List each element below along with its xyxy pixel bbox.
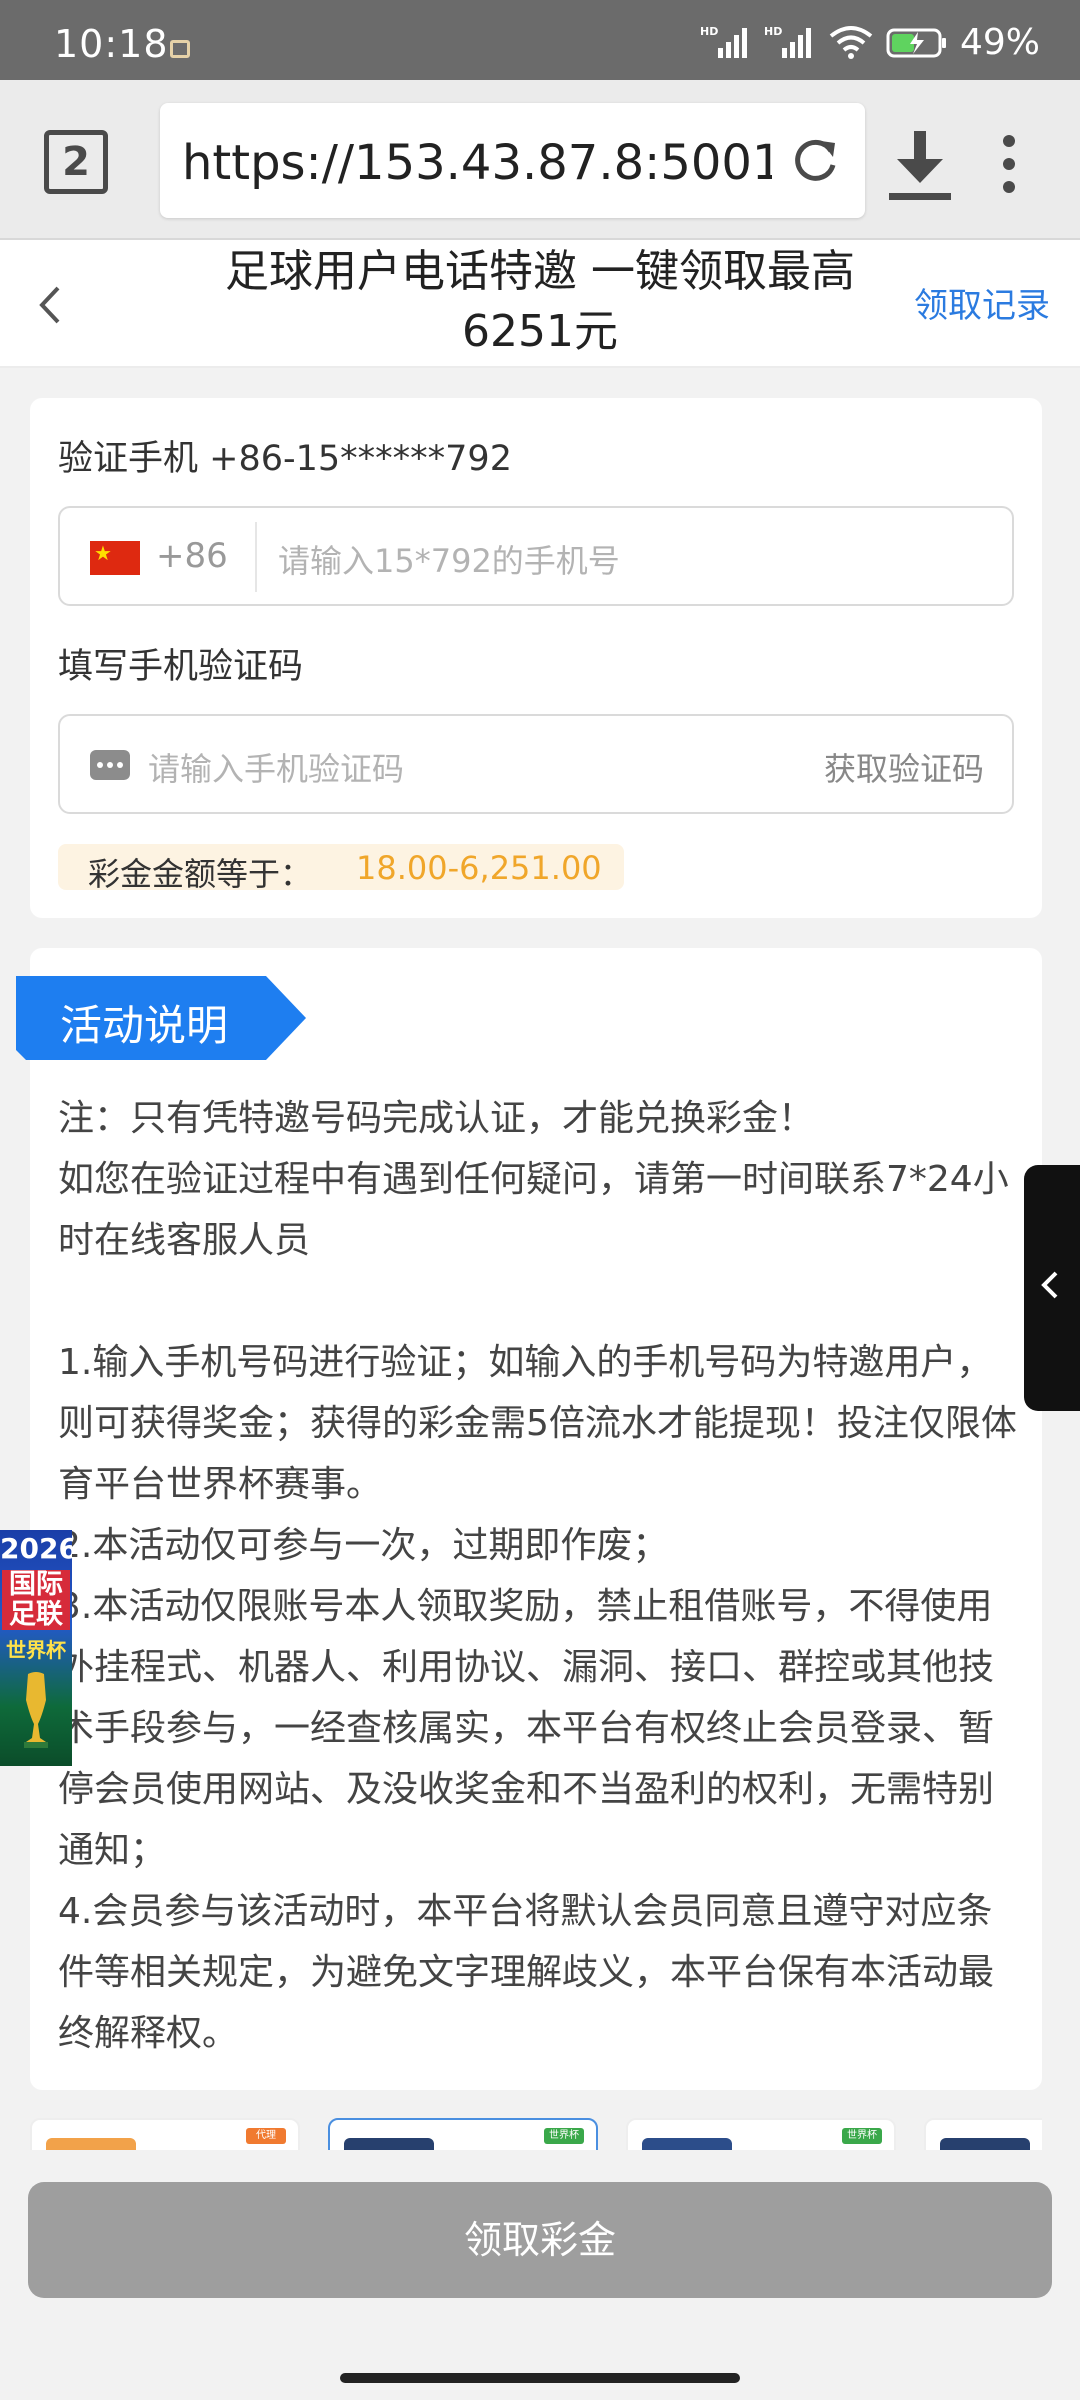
china-flag-icon: ★ [90, 541, 140, 575]
code-label: 填写手机验证码 [58, 647, 304, 687]
divider [255, 522, 257, 592]
status-bar: 10:18 HD HD 49% [0, 0, 1080, 80]
wifi-icon [829, 26, 873, 59]
ad-year: 2026 [0, 1532, 72, 1565]
page-title: 足球用户电话特邀 一键领取最高6251元 [225, 246, 855, 357]
status-icons: HD HD 49% [700, 20, 1040, 64]
status-time: 10:18 [54, 22, 169, 66]
world-cup-float-ad[interactable]: 2026 国际足联 世界杯 [0, 1530, 72, 1766]
svg-text:HD: HD [764, 25, 782, 38]
battery-percent: 49% [959, 21, 1040, 63]
bottom-bar: 领取彩金 [0, 2150, 1080, 2400]
activity-card: 活动说明 注：只有凭特邀号码完成认证，才能兑换彩金！ 如您在验证过程中有遇到任何… [16, 948, 1042, 2090]
phone-input[interactable]: 请输入15*792的手机号 [278, 536, 620, 582]
chevron-left-icon [1041, 1271, 1058, 1299]
code-input[interactable]: 请输入手机验证码 [148, 744, 404, 790]
more-vert-icon[interactable] [994, 135, 1024, 195]
tabs-button[interactable]: 2 [44, 130, 108, 194]
code-field[interactable]: 请输入手机验证码 获取验证码 [58, 714, 1014, 814]
amount-label: 彩金金额等于： [88, 855, 313, 893]
battery-charging-icon [886, 28, 946, 58]
section-tag: 活动说明 [16, 976, 316, 1060]
verify-card: 验证手机 +86-15******792 ★ +86 请输入15*792的手机号… [30, 398, 1042, 918]
download-icon[interactable] [885, 125, 955, 205]
amount-badge: 彩金金额等于： 18.00-6,251.00 [58, 844, 624, 893]
phone-label: 验证手机 +86-15******792 [58, 439, 512, 479]
browser-toolbar: 2 https://153.43.87.8:5001/h [0, 80, 1080, 240]
country-code[interactable]: +86 [156, 536, 228, 576]
hd-signal-icon: HD [764, 25, 811, 58]
promo-badge: 世界杯 [544, 2128, 584, 2144]
ad-title: 国际足联 [2, 1570, 70, 1630]
activity-text: 注：只有凭特邀号码完成认证，才能兑换彩金！ 如您在验证过程中有遇到任何疑问，请第… [58, 1098, 1017, 2054]
reload-icon[interactable] [787, 133, 843, 189]
notification-icon [170, 40, 190, 58]
claim-record-link[interactable]: 领取记录 [914, 278, 1050, 327]
side-drawer-tab[interactable] [1024, 1165, 1080, 1411]
url-text[interactable]: https://153.43.87.8:5001/h [182, 135, 772, 191]
section-title: 活动说明 [60, 1001, 229, 1050]
promo-badge: 世界杯 [842, 2128, 882, 2144]
promo-badge: 代理 [246, 2128, 286, 2144]
get-code-button[interactable]: 获取验证码 [824, 744, 984, 790]
sms-icon [90, 750, 130, 780]
ad-subtitle: 世界杯 [6, 1638, 66, 1662]
claim-bonus-button[interactable]: 领取彩金 [28, 2182, 1052, 2298]
url-bar[interactable]: https://153.43.87.8:5001/h [160, 103, 865, 218]
back-icon[interactable] [30, 280, 70, 330]
svg-text:HD: HD [700, 25, 718, 38]
amount-value: 18.00-6,251.00 [356, 849, 602, 887]
hd-signal-icon: HD [700, 25, 747, 58]
page-header: 足球用户电话特邀 一键领取最高6251元 领取记录 [0, 240, 1080, 368]
trophy-icon [24, 1672, 48, 1748]
home-indicator[interactable] [340, 2373, 740, 2383]
phone-field[interactable]: ★ +86 请输入15*792的手机号 [58, 506, 1014, 606]
